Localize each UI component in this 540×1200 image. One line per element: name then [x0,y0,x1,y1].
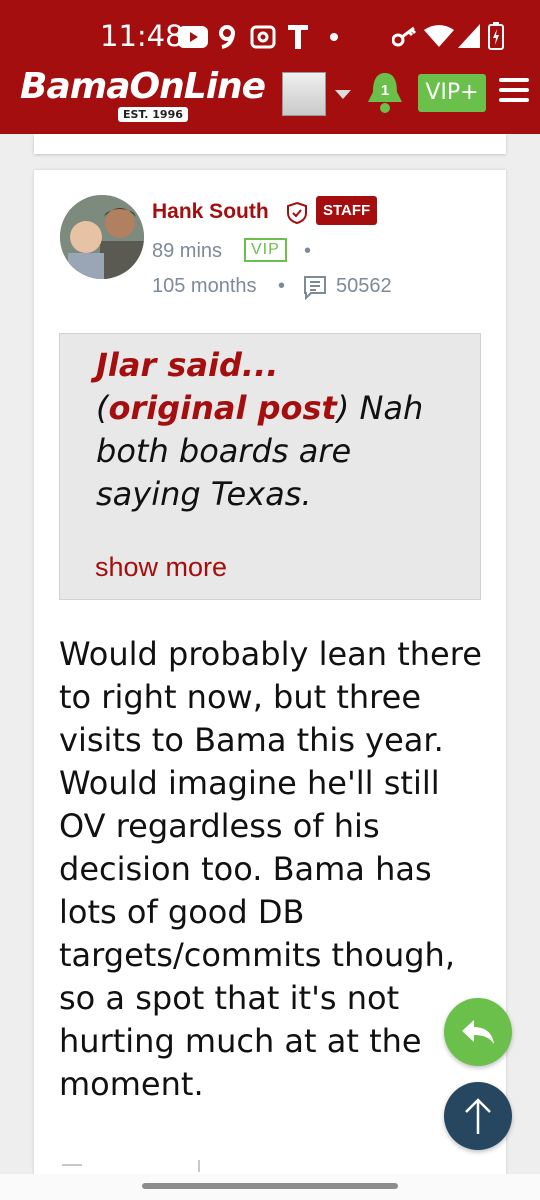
status-bar: 11:48 [0,0,540,66]
scroll-to-top-button[interactable] [444,1082,512,1150]
t-icon [288,25,308,49]
quote-open-paren: ( [96,389,109,427]
youtube-icon [178,26,208,48]
shield-icon [287,201,307,225]
chevron-down-icon[interactable] [335,90,351,99]
upvote-icon[interactable] [62,1164,82,1166]
vip-badge: VIP [244,238,287,262]
user-avatar-button[interactable] [282,72,326,116]
post-count: 50562 [336,275,392,297]
quote-author[interactable]: Jlar said... [96,346,278,384]
signal-icon [458,24,480,48]
status-time: 11:48 [100,19,184,53]
home-gesture-bar[interactable] [142,1183,398,1189]
hamburger-menu-icon[interactable] [499,78,529,104]
posts-icon [304,276,326,300]
meta-separator: • [278,275,286,297]
wifi-icon [424,25,454,47]
post-time: 89 mins [152,240,223,262]
staff-badge: STAFF [316,196,378,225]
post-author-name[interactable]: Hank South [152,200,269,224]
nine-icon [219,25,235,49]
quote-close-paren: ) [336,389,350,427]
avatar-photo-icon [60,195,144,279]
key-icon [392,26,417,47]
previous-post-card [34,134,506,154]
original-post-link[interactable]: original post [108,389,336,427]
post-card: Hank South STAFF 89 mins VIP • 105 month… [34,170,506,1200]
meta-separator: • [304,240,312,262]
app-header: 11:48 BamaOnLine EST. 1996 1 VIP+ [0,0,540,134]
notification-count: 1 [380,82,390,99]
quote-block: Jlar said... (original post) Nah both bo… [59,333,481,600]
quote-text: Jlar said... (original post) Nah both bo… [96,344,436,516]
dot-icon [330,33,338,41]
logo-est-badge: EST. 1996 [118,107,188,122]
post-body: Would probably lean there to right now, … [59,635,482,1103]
footer-divider [198,1160,200,1172]
member-tenure: 105 months [152,275,257,297]
site-logo[interactable]: BamaOnLine [20,66,268,110]
vip-plus-button[interactable]: VIP+ [418,74,486,112]
reply-button[interactable] [444,998,512,1066]
radio-icon [250,25,276,49]
author-avatar[interactable] [60,195,144,279]
reply-arrow-icon [462,1020,494,1044]
show-more-link[interactable]: show more [95,552,227,583]
navbar: BamaOnLine EST. 1996 1 VIP+ [0,66,540,134]
arrow-up-icon [465,1098,491,1134]
battery-icon [488,22,504,50]
